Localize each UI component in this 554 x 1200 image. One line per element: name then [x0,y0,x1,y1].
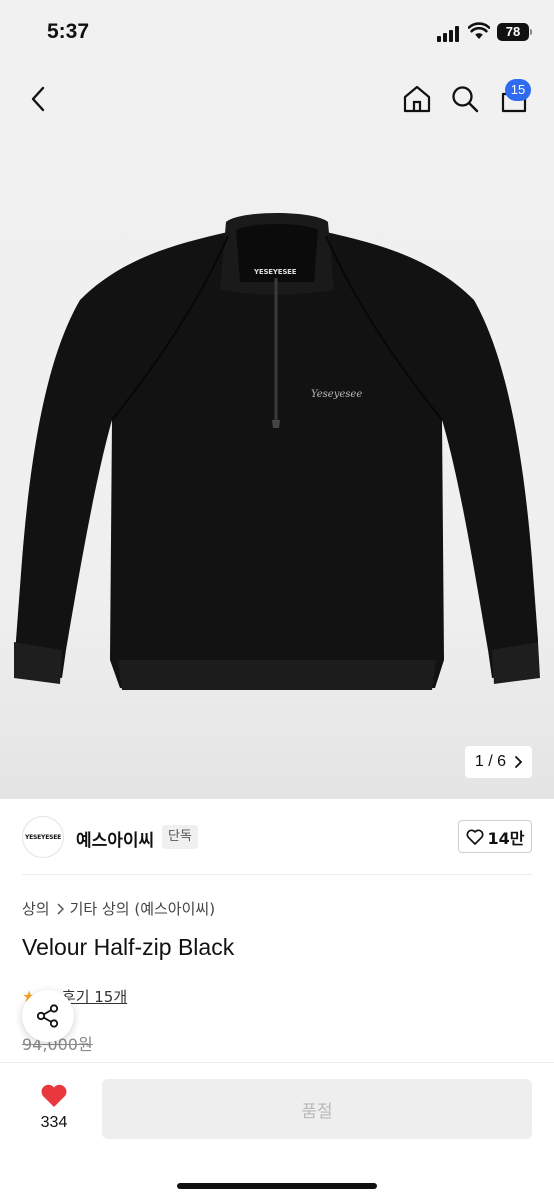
share-icon [36,1004,59,1028]
review-link[interactable]: 후기 15개 [62,986,127,1007]
wishlist-button[interactable]: 334 [30,1083,78,1132]
brand-logo[interactable]: YESEYESEE [22,816,64,858]
home-indicator [177,1183,377,1189]
image-counter-button[interactable]: 1 / 6 [465,746,532,778]
chest-logo: Yeseyesee [311,389,363,400]
image-counter-text: 1 / 6 [474,753,507,770]
product-title: Velour Half-zip Black [22,934,235,960]
brand-row: YESEYESEE 예스아이씨 단독 14만 [0,800,554,876]
brand-like-count: 14만 [487,828,525,848]
product-image[interactable]: YESEYESEE Yeseyesee [0,132,554,799]
brand-name[interactable]: 예스아이씨 [76,826,154,851]
home-button[interactable] [399,81,435,117]
status-bar: 5:37 78 [0,0,554,66]
product-photo-sweatshirt [14,213,540,690]
back-button[interactable] [20,81,56,117]
wishlist-count: 334 [40,1114,68,1131]
home-icon [403,85,431,113]
exclusive-badge: 단독 [162,825,198,849]
breadcrumb: 상의 기타 상의 (예스아이씨) [22,898,215,919]
soldout-button[interactable]: 품절 [102,1079,532,1139]
battery-icon: 78 [497,23,529,41]
status-time: 5:37 [47,20,90,43]
divider [22,874,532,875]
top-nav [0,66,554,132]
heart-outline-icon [466,829,483,845]
breadcrumb-item-category[interactable]: 상의 [22,898,50,919]
chevron-left-icon [31,86,45,112]
breadcrumb-item-subcategory[interactable]: 기타 상의 (예스아이씨) [70,898,215,919]
bottom-action-bar: 334 품절 [0,1062,554,1200]
search-icon [452,86,479,113]
wifi-icon [468,22,490,39]
signal-icon [437,26,462,42]
chevron-right-icon [57,902,64,915]
collar-label: YESEYESEE [254,268,297,276]
battery-tip [530,29,532,35]
cart-count-badge: 15 [505,79,531,101]
chevron-right-icon [515,756,523,768]
brand-like-button[interactable]: 14만 [458,820,532,853]
heart-filled-icon [41,1084,67,1107]
share-button[interactable] [22,990,74,1042]
search-button[interactable] [447,81,483,117]
